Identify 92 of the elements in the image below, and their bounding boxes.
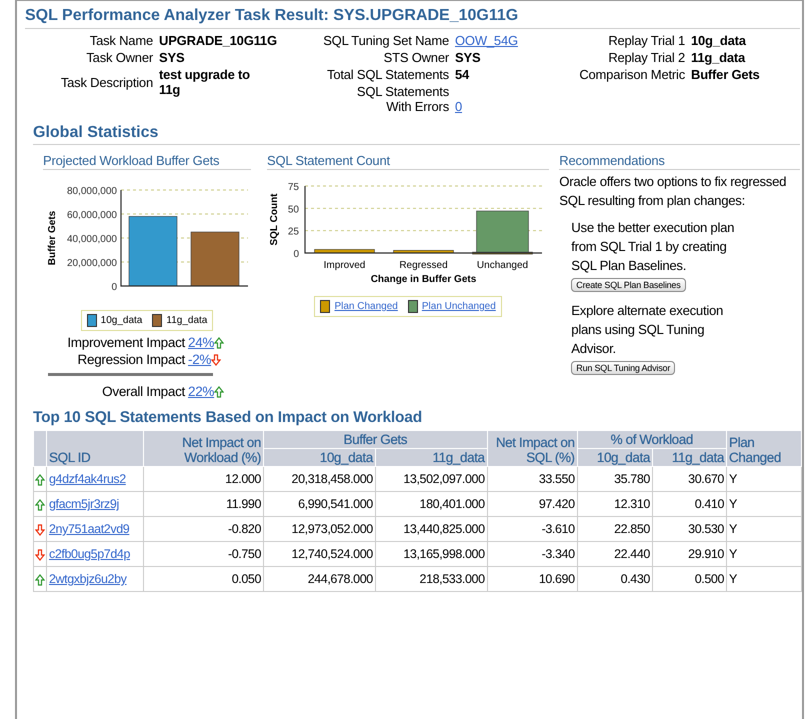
table-cell: 244,678.000: [264, 566, 376, 592]
table-cell: Y: [726, 466, 802, 492]
table-cell: 12.310: [577, 492, 652, 516]
field-label: Replay Trial 2: [607, 50, 685, 65]
axis-title: Change in Buffer Gets: [370, 274, 476, 285]
axis-tick-label: 80,000,000: [66, 186, 117, 197]
table-cell: -0.750: [144, 542, 264, 566]
table-cell: 0.500: [652, 566, 726, 592]
table-cell: 11.990: [144, 492, 264, 516]
column-header: Net Impact on Workload (%): [144, 430, 264, 466]
table-cell: 180,401.000: [375, 492, 488, 516]
column-header: 10g_data: [264, 448, 376, 466]
table-cell: -3.610: [487, 516, 578, 542]
table-cell: 97.420: [487, 492, 578, 516]
option-text: Use the better execution plan from SQL Trial 1 by creating SQL Plan Baselines.: [571, 219, 736, 275]
column-header: % of Workload: [577, 430, 726, 448]
section-title: Global Statistics: [33, 124, 800, 145]
field-label: Task Owner: [85, 50, 153, 65]
table-cell: 13,502,097.000: [375, 466, 488, 492]
field-label: Replay Trial 1: [607, 33, 685, 48]
field-value: UPGRADE_10G11G: [159, 33, 278, 48]
axis-title: Buffer Gets: [47, 210, 58, 266]
table-cell: Y: [726, 516, 802, 542]
table-cell: Y: [726, 492, 802, 516]
column-header: 10g_data: [577, 448, 652, 466]
option-text: Explore alternate execution plans using SQL Tuning Advisor.: [571, 302, 724, 358]
axis-tick-label: 50: [288, 204, 299, 216]
table-cell: 13,440,825.000: [375, 516, 488, 542]
category-label: Unchanged: [476, 260, 528, 271]
column-header: 11g_data: [652, 448, 726, 466]
impact-label: Overall Impact: [101, 384, 185, 399]
field-label: Task Description: [60, 74, 153, 90]
table-cell: Y: [726, 542, 802, 566]
table-cell: Y: [726, 566, 802, 592]
table-cell: 10.690: [487, 566, 578, 592]
chart-title: Projected Workload Buffer Gets: [43, 153, 251, 170]
legend-label: 10g_data: [100, 315, 142, 326]
table-cell: 22.440: [577, 542, 652, 566]
table-cell: 12,973,052.000: [264, 516, 376, 542]
impact-label: Regression Impact: [76, 352, 185, 367]
table-cell: 30.530: [652, 516, 726, 542]
axis-tick-label: 20,000,000: [66, 258, 117, 269]
field-value: 11g_data: [691, 50, 746, 65]
chart-title: SQL Statement Count: [267, 153, 550, 170]
table-cell: 218,533.000: [375, 566, 488, 592]
field-label: Task Name: [88, 33, 153, 48]
field-value: 54: [455, 67, 470, 82]
field-value: SYS: [159, 50, 186, 65]
column-header: SQL ID: [46, 430, 144, 466]
field-label: Total SQL Statements: [326, 67, 449, 82]
table-cell: 29.910: [652, 542, 726, 566]
page-title: SQL Performance Analyzer Task Result: SYS.UPGRADE_10G11G: [25, 5, 800, 29]
table-cell: 20,318,458.000: [264, 466, 376, 492]
axis-title: SQL Count: [269, 193, 280, 246]
category-label: Regressed: [399, 260, 448, 271]
column-header: Net Impact on SQL (%): [487, 430, 578, 466]
table-cell: 30.670: [652, 466, 726, 492]
table-cell: 0.050: [144, 566, 264, 592]
table-title: Top 10 SQL Statements Based on Impact on Workload: [33, 409, 423, 428]
axis-tick-label: 60,000,000: [66, 210, 117, 221]
table-cell: 35.780: [577, 466, 652, 492]
field-label: STS Owner: [382, 50, 449, 65]
table-cell: 0.430: [577, 566, 652, 592]
legend-label: 11g_data: [166, 315, 208, 326]
column-header: 11g_data: [375, 448, 488, 466]
column-header: Plan Changed: [726, 430, 802, 466]
field-value: Buffer Gets: [691, 67, 761, 82]
panel-title: Recommendations: [559, 153, 800, 170]
field-label: SQL Statements With Errors: [356, 84, 449, 114]
field-label: Comparison Metric: [578, 67, 685, 82]
table-cell: -0.820: [144, 516, 264, 542]
axis-tick-label: 40,000,000: [66, 234, 117, 245]
table-cell: 12,740,524.000: [264, 542, 376, 566]
axis-tick-label: 75: [288, 182, 299, 193]
field-value: test upgrade to 11g: [159, 67, 251, 97]
table-cell: 12.000: [144, 466, 264, 492]
recommendation-text: Oracle offers two options to fix regressed SQL resulting from plan changes:: [559, 173, 788, 210]
axis-tick-label: 0: [293, 249, 299, 260]
field-value: SYS: [455, 50, 482, 65]
table-cell: -3.340: [487, 542, 578, 566]
field-label: SQL Tuning Set Name: [322, 33, 449, 48]
axis-tick-label: 0: [111, 282, 117, 293]
table-cell: 13,165,998.000: [375, 542, 488, 566]
table-cell: 0.410: [652, 492, 726, 516]
table-cell: 22.850: [577, 516, 652, 542]
impact-label: Improvement Impact: [66, 335, 185, 350]
table-cell: 6,990,541.000: [264, 492, 376, 516]
category-label: Improved: [324, 260, 366, 271]
axis-tick-label: 25: [288, 226, 299, 238]
column-header: Buffer Gets: [264, 430, 488, 448]
field-value: 10g_data: [691, 33, 747, 48]
table-cell: 33.550: [487, 466, 578, 492]
